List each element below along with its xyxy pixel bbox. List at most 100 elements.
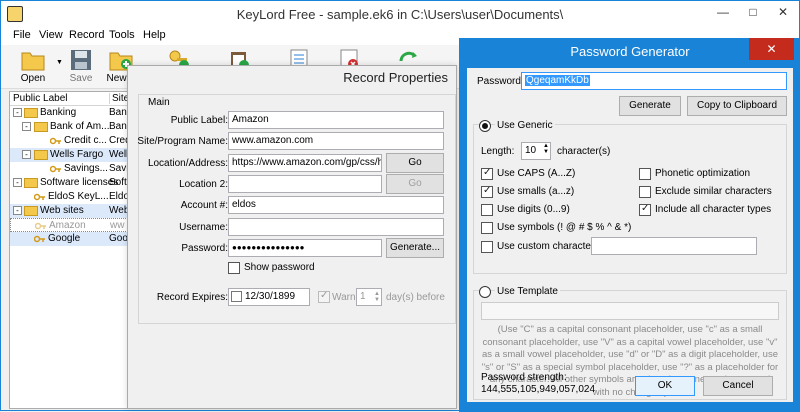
folder-icon bbox=[24, 108, 38, 118]
warn-label: Warn bbox=[332, 292, 356, 303]
go2-button[interactable]: Go bbox=[386, 174, 444, 194]
expires-checkbox[interactable] bbox=[231, 291, 242, 302]
ok-button[interactable]: OK bbox=[635, 376, 695, 396]
public-label-input[interactable]: Amazon bbox=[228, 111, 444, 129]
warn-checkbox[interactable] bbox=[318, 290, 330, 303]
tree-item-label: Google bbox=[48, 233, 81, 244]
open-label: Open bbox=[20, 73, 46, 84]
username-input[interactable] bbox=[228, 218, 444, 236]
save-label: Save bbox=[69, 73, 93, 84]
tree-item-label: Banking bbox=[40, 107, 77, 118]
use-custom-checkbox[interactable] bbox=[481, 241, 493, 253]
days-before-label: day(s) before bbox=[386, 292, 445, 303]
tree-item-savings[interactable]: Savings... Savin bbox=[10, 162, 130, 176]
tree-item-banking[interactable]: - Banking Banki bbox=[10, 106, 130, 120]
tree-item-eldos-keylord[interactable]: EldoS KeyL... EldoS bbox=[10, 190, 130, 204]
close-icon[interactable]: ✕ bbox=[749, 38, 794, 60]
tree-item-amazon[interactable]: Amazon ww bbox=[10, 218, 130, 232]
generate-button[interactable]: Generate bbox=[619, 96, 681, 116]
maximize-button[interactable]: □ bbox=[738, 1, 768, 23]
password-input[interactable]: ●●●●●●●●●●●●●●● bbox=[228, 239, 382, 257]
copy-to-clipboard-button[interactable]: Copy to Clipboard bbox=[687, 96, 787, 116]
collapse-icon[interactable]: - bbox=[13, 108, 22, 117]
username-label: Username: bbox=[179, 222, 228, 233]
include-all-label: Include all character types bbox=[655, 204, 772, 215]
menu-file[interactable]: File bbox=[13, 29, 31, 41]
use-template-label: Use Template bbox=[495, 286, 560, 297]
tree-item-software-licenses[interactable]: - Software licenses Softv bbox=[10, 176, 130, 190]
save-button[interactable]: Save bbox=[61, 45, 101, 89]
length-unit-label: character(s) bbox=[557, 146, 611, 157]
tree-item-label: Bank of Am... bbox=[50, 121, 110, 132]
collapse-icon[interactable]: - bbox=[13, 206, 22, 215]
cancel-button[interactable]: Cancel bbox=[703, 376, 773, 396]
site-name-label: Site/Program Name: bbox=[137, 136, 228, 147]
generated-password-value: QgeqamKkDb bbox=[525, 75, 590, 86]
generator-body: Password: QgeqamKkDb Generate Copy to Cl… bbox=[467, 68, 793, 402]
account-label: Account #: bbox=[180, 200, 228, 211]
main-group-label: Main bbox=[146, 97, 172, 108]
exclude-similar-label: Exclude similar characters bbox=[655, 186, 772, 197]
expires-date-input[interactable]: 12/30/1899 bbox=[228, 288, 310, 306]
tree-item-label: Web sites bbox=[40, 205, 84, 216]
use-smalls-checkbox[interactable] bbox=[481, 185, 493, 198]
use-generic-label: Use Generic bbox=[495, 120, 555, 131]
length-spin-icon[interactable]: ▲ ▼ bbox=[543, 143, 549, 155]
key-icon bbox=[35, 222, 46, 230]
use-generic-radio[interactable] bbox=[479, 120, 491, 132]
include-all-checkbox[interactable] bbox=[639, 203, 651, 216]
account-input[interactable]: eldos bbox=[228, 196, 444, 214]
use-caps-checkbox[interactable] bbox=[481, 167, 493, 180]
tree-item-credit-card[interactable]: Credit c... Credi bbox=[10, 134, 130, 148]
custom-characters-input[interactable] bbox=[591, 237, 757, 255]
spin-arrows-icon[interactable]: ▲ ▼ bbox=[374, 291, 380, 303]
close-window-button[interactable]: ✕ bbox=[768, 1, 798, 23]
tree-item-label: Amazon bbox=[49, 220, 86, 231]
site-name-input[interactable]: www.amazon.com bbox=[228, 132, 444, 150]
use-template-radio[interactable] bbox=[479, 286, 491, 298]
phonetic-checkbox[interactable] bbox=[639, 168, 651, 180]
generate-password-button[interactable]: Generate... bbox=[386, 238, 444, 258]
menu-tools[interactable]: Tools bbox=[109, 29, 135, 41]
password-strength-label: Password strength: bbox=[481, 372, 567, 383]
column-public-label[interactable]: Public Label bbox=[13, 93, 67, 104]
tree-item-google[interactable]: Google Goog bbox=[10, 232, 130, 246]
password-strength-value: 144,555,105,949,057,024 bbox=[481, 384, 595, 395]
go-button[interactable]: Go bbox=[386, 153, 444, 173]
title-bar: KeyLord Free - sample.ek6 in C:\Users\us… bbox=[1, 1, 799, 27]
location-input[interactable]: https://www.amazon.com/gp/css/homep bbox=[228, 154, 382, 172]
use-symbols-label: Use symbols (! @ # $ % ^ & *) bbox=[497, 222, 632, 233]
password-generator-dialog: Password Generator ✕ Password: QgeqamKkD… bbox=[459, 38, 800, 412]
tree-item-web-sites[interactable]: - Web sites Web bbox=[10, 204, 130, 218]
tree-item-label: Savings... bbox=[64, 163, 108, 174]
expires-date-value: 12/30/1899 bbox=[245, 291, 296, 302]
menu-view[interactable]: View bbox=[39, 29, 63, 41]
open-button[interactable]: Open bbox=[13, 45, 53, 89]
show-password-checkbox[interactable] bbox=[228, 262, 240, 274]
password-label: Password: bbox=[181, 243, 228, 254]
floppy-disk-icon bbox=[71, 50, 91, 70]
generated-password-input[interactable]: QgeqamKkDb bbox=[521, 72, 787, 90]
template-input[interactable] bbox=[481, 302, 779, 320]
use-symbols-checkbox[interactable] bbox=[481, 222, 493, 234]
tree-item-label: Wells Fargo bbox=[50, 149, 104, 160]
tree-item-bank-of-america[interactable]: - Bank of Am... Bank bbox=[10, 120, 130, 134]
folder-icon bbox=[24, 178, 38, 188]
use-caps-label: Use CAPS (A...Z) bbox=[497, 168, 576, 179]
folder-open-icon bbox=[21, 52, 45, 71]
location2-input[interactable] bbox=[228, 175, 382, 193]
collapse-icon[interactable]: - bbox=[22, 150, 31, 159]
collapse-icon[interactable]: - bbox=[22, 122, 31, 131]
length-label: Length: bbox=[481, 146, 515, 157]
minimize-button[interactable]: — bbox=[708, 1, 738, 23]
location-label: Location/Address: bbox=[147, 158, 228, 169]
records-tree[interactable]: Public Label Site/ - Banking Banki - Ban… bbox=[9, 91, 132, 409]
use-digits-checkbox[interactable] bbox=[481, 204, 493, 216]
record-properties-dialog: Record Properties Main Public Label: Ama… bbox=[127, 65, 457, 409]
exclude-similar-checkbox[interactable] bbox=[639, 186, 651, 198]
menu-help[interactable]: Help bbox=[143, 29, 166, 41]
key-icon bbox=[50, 137, 61, 145]
collapse-icon[interactable]: - bbox=[13, 178, 22, 187]
tree-item-wells-fargo[interactable]: - Wells Fargo Wells bbox=[10, 148, 130, 162]
menu-record[interactable]: Record bbox=[69, 29, 104, 41]
